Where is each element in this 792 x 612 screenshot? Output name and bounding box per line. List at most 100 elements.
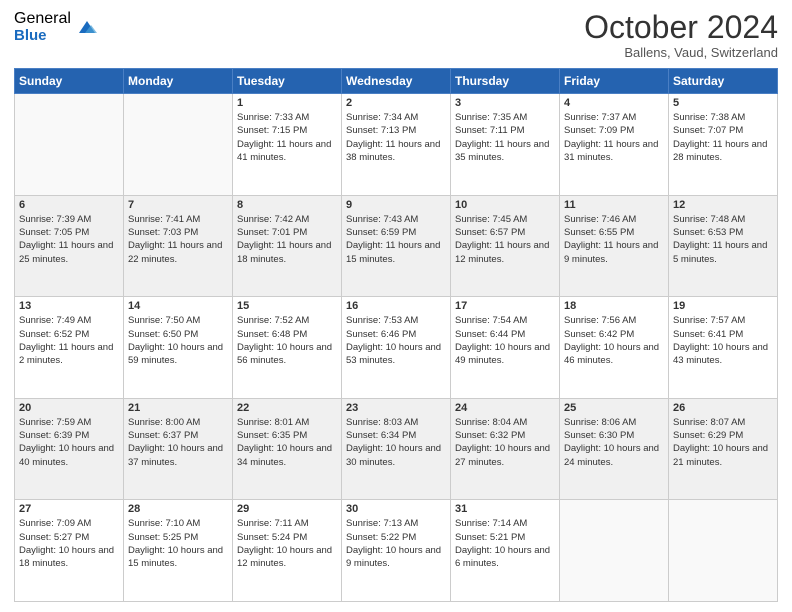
day-detail: Sunrise: 7:14 AM Sunset: 5:21 PM Dayligh… [455, 517, 555, 570]
day-detail: Sunrise: 7:13 AM Sunset: 5:22 PM Dayligh… [346, 517, 446, 570]
day-number: 19 [673, 300, 773, 312]
calendar-week-3: 13Sunrise: 7:49 AM Sunset: 6:52 PM Dayli… [15, 297, 778, 399]
calendar-week-1: 1 Sunrise: 7:33 AM Sunset: 7:15 PM Daylig… [15, 94, 778, 196]
calendar-cell: 11 Sunrise: 7:46 AM Sunset: 6:55 PM Dayli… [560, 195, 669, 297]
calendar-table: SundayMondayTuesdayWednesdayThursdayFrid… [14, 68, 778, 602]
calendar-cell: 7Sunrise: 7:41 AM Sunset: 7:03 PM Daylig… [124, 195, 233, 297]
day-number: 26 [673, 402, 773, 414]
calendar-cell: 12Sunrise: 7:48 AM Sunset: 6:53 PM Dayli… [669, 195, 778, 297]
calendar-cell: 13Sunrise: 7:49 AM Sunset: 6:52 PM Dayli… [15, 297, 124, 399]
day-header-tuesday: Tuesday [233, 69, 342, 94]
day-header-sunday: Sunday [15, 69, 124, 94]
day-number: 15 [237, 300, 337, 312]
calendar-cell: 4 Sunrise: 7:37 AM Sunset: 7:09 PM Daylig… [560, 94, 669, 196]
day-detail: Sunrise: 7:54 AM Sunset: 6:44 PM Dayligh… [455, 314, 555, 367]
day-number: 4 [564, 97, 664, 109]
day-number: 22 [237, 402, 337, 414]
calendar-cell: 6Sunrise: 7:39 AM Sunset: 7:05 PM Daylig… [15, 195, 124, 297]
calendar-week-4: 20Sunrise: 7:59 AM Sunset: 6:39 PM Dayli… [15, 398, 778, 500]
day-detail: Sunrise: 8:06 AM Sunset: 6:30 PM Dayligh… [564, 416, 664, 469]
calendar-cell: 28 Sunrise: 7:10 AM Sunset: 5:25 PM Dayli… [124, 500, 233, 602]
day-number: 31 [455, 503, 555, 515]
logo-text: General Blue [14, 10, 71, 44]
month-title: October 2024 [584, 10, 778, 45]
day-detail: Sunrise: 8:07 AM Sunset: 6:29 PM Dayligh… [673, 416, 773, 469]
day-detail: Sunrise: 8:00 AM Sunset: 6:37 PM Dayligh… [128, 416, 228, 469]
day-header-monday: Monday [124, 69, 233, 94]
day-header-wednesday: Wednesday [342, 69, 451, 94]
day-detail: Sunrise: 7:09 AM Sunset: 5:27 PM Dayligh… [19, 517, 119, 570]
day-number: 2 [346, 97, 446, 109]
logo-blue: Blue [14, 28, 71, 45]
day-number: 27 [19, 503, 119, 515]
day-detail: Sunrise: 7:43 AM Sunset: 6:59 PM Dayligh… [346, 213, 446, 266]
day-number: 17 [455, 300, 555, 312]
day-number: 8 [237, 199, 337, 211]
day-number: 1 [237, 97, 337, 109]
day-detail: Sunrise: 7:33 AM Sunset: 7:15 PM Dayligh… [237, 111, 337, 164]
calendar-cell: 29Sunrise: 7:11 AM Sunset: 5:24 PM Dayli… [233, 500, 342, 602]
day-detail: Sunrise: 7:38 AM Sunset: 7:07 PM Dayligh… [673, 111, 773, 164]
day-number: 7 [128, 199, 228, 211]
day-number: 28 [128, 503, 228, 515]
calendar-cell: 21Sunrise: 8:00 AM Sunset: 6:37 PM Dayli… [124, 398, 233, 500]
calendar-cell: 10 Sunrise: 7:45 AM Sunset: 6:57 PM Dayli… [451, 195, 560, 297]
day-detail: Sunrise: 7:53 AM Sunset: 6:46 PM Dayligh… [346, 314, 446, 367]
day-detail: Sunrise: 7:52 AM Sunset: 6:48 PM Dayligh… [237, 314, 337, 367]
day-detail: Sunrise: 7:49 AM Sunset: 6:52 PM Dayligh… [19, 314, 119, 367]
day-header-thursday: Thursday [451, 69, 560, 94]
calendar-cell: 9 Sunrise: 7:43 AM Sunset: 6:59 PM Daylig… [342, 195, 451, 297]
calendar-cell: 5 Sunrise: 7:38 AM Sunset: 7:07 PM Daylig… [669, 94, 778, 196]
day-detail: Sunrise: 7:37 AM Sunset: 7:09 PM Dayligh… [564, 111, 664, 164]
page: General Blue October 2024 Ballens, Vaud,… [0, 0, 792, 612]
calendar-cell: 27 Sunrise: 7:09 AM Sunset: 5:27 PM Dayli… [15, 500, 124, 602]
day-number: 5 [673, 97, 773, 109]
day-number: 6 [19, 199, 119, 211]
day-header-saturday: Saturday [669, 69, 778, 94]
day-detail: Sunrise: 7:56 AM Sunset: 6:42 PM Dayligh… [564, 314, 664, 367]
header-row: SundayMondayTuesdayWednesdayThursdayFrid… [15, 69, 778, 94]
calendar-cell: 24Sunrise: 8:04 AM Sunset: 6:32 PM Dayli… [451, 398, 560, 500]
calendar-cell [124, 94, 233, 196]
logo-general: General [14, 10, 71, 28]
header: General Blue October 2024 Ballens, Vaud,… [14, 10, 778, 60]
day-detail: Sunrise: 8:01 AM Sunset: 6:35 PM Dayligh… [237, 416, 337, 469]
calendar-cell: 3 Sunrise: 7:35 AM Sunset: 7:11 PM Daylig… [451, 94, 560, 196]
day-detail: Sunrise: 7:35 AM Sunset: 7:11 PM Dayligh… [455, 111, 555, 164]
day-number: 23 [346, 402, 446, 414]
calendar-cell: 25 Sunrise: 8:06 AM Sunset: 6:30 PM Dayli… [560, 398, 669, 500]
calendar-cell: 8Sunrise: 7:42 AM Sunset: 7:01 PM Daylig… [233, 195, 342, 297]
calendar-cell: 26 Sunrise: 8:07 AM Sunset: 6:29 PM Dayli… [669, 398, 778, 500]
day-number: 11 [564, 199, 664, 211]
day-detail: Sunrise: 7:59 AM Sunset: 6:39 PM Dayligh… [19, 416, 119, 469]
day-header-friday: Friday [560, 69, 669, 94]
logo-icon [75, 15, 99, 39]
calendar-cell: 18 Sunrise: 7:56 AM Sunset: 6:42 PM Dayli… [560, 297, 669, 399]
day-number: 10 [455, 199, 555, 211]
day-number: 29 [237, 503, 337, 515]
day-number: 30 [346, 503, 446, 515]
calendar-cell: 15 Sunrise: 7:52 AM Sunset: 6:48 PM Dayli… [233, 297, 342, 399]
location: Ballens, Vaud, Switzerland [584, 45, 778, 60]
day-detail: Sunrise: 7:34 AM Sunset: 7:13 PM Dayligh… [346, 111, 446, 164]
day-detail: Sunrise: 7:10 AM Sunset: 5:25 PM Dayligh… [128, 517, 228, 570]
day-number: 9 [346, 199, 446, 211]
day-number: 25 [564, 402, 664, 414]
calendar-cell: 17 Sunrise: 7:54 AM Sunset: 6:44 PM Dayli… [451, 297, 560, 399]
day-number: 24 [455, 402, 555, 414]
calendar-cell: 20Sunrise: 7:59 AM Sunset: 6:39 PM Dayli… [15, 398, 124, 500]
day-detail: Sunrise: 7:50 AM Sunset: 6:50 PM Dayligh… [128, 314, 228, 367]
day-number: 16 [346, 300, 446, 312]
day-detail: Sunrise: 7:46 AM Sunset: 6:55 PM Dayligh… [564, 213, 664, 266]
day-detail: Sunrise: 7:45 AM Sunset: 6:57 PM Dayligh… [455, 213, 555, 266]
calendar-cell [15, 94, 124, 196]
calendar-week-2: 6Sunrise: 7:39 AM Sunset: 7:05 PM Daylig… [15, 195, 778, 297]
day-detail: Sunrise: 8:03 AM Sunset: 6:34 PM Dayligh… [346, 416, 446, 469]
calendar-cell: 23 Sunrise: 8:03 AM Sunset: 6:34 PM Dayli… [342, 398, 451, 500]
day-number: 3 [455, 97, 555, 109]
calendar-cell: 22 Sunrise: 8:01 AM Sunset: 6:35 PM Dayli… [233, 398, 342, 500]
day-detail: Sunrise: 7:48 AM Sunset: 6:53 PM Dayligh… [673, 213, 773, 266]
day-number: 18 [564, 300, 664, 312]
calendar-cell [560, 500, 669, 602]
day-detail: Sunrise: 7:57 AM Sunset: 6:41 PM Dayligh… [673, 314, 773, 367]
